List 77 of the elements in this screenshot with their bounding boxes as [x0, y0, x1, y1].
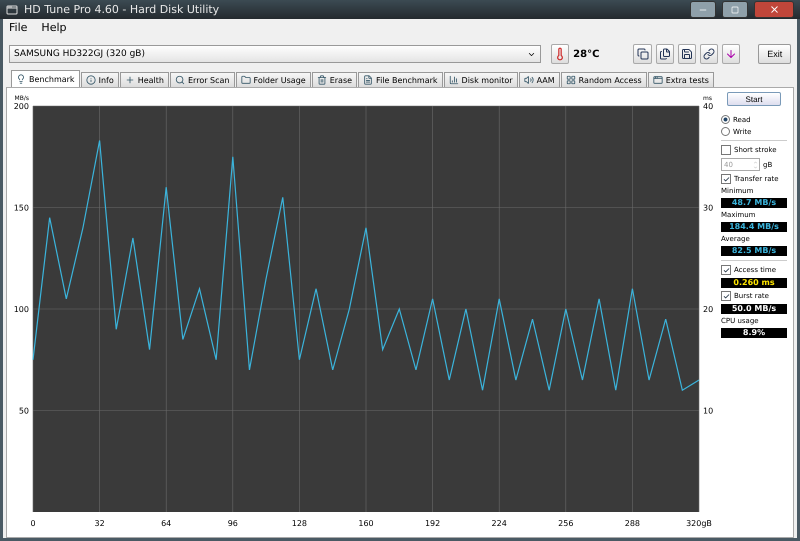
arrow-down-icon	[725, 48, 738, 60]
tab[interactable]: Extra tests	[648, 72, 714, 87]
copy-icon	[636, 48, 649, 60]
link-icon	[703, 48, 716, 60]
plus-icon	[124, 75, 135, 85]
checkbox[interactable]	[721, 291, 731, 301]
app-icon	[6, 4, 18, 16]
tab[interactable]: Disk monitor	[444, 72, 518, 87]
menu-item[interactable]: File	[9, 21, 28, 36]
axis-label: 256	[558, 519, 574, 528]
axis-label: 160	[358, 519, 374, 528]
save-button[interactable]	[678, 44, 696, 64]
maximize-button[interactable]	[722, 1, 748, 18]
tab[interactable]: File Benchmark	[358, 72, 443, 87]
close-icon	[768, 4, 780, 15]
axis-label: 320gB	[686, 519, 712, 528]
stat-value: 50.0 MB/s	[721, 304, 787, 314]
axis-label: 64	[161, 519, 172, 528]
axis-label: 50	[18, 406, 29, 416]
axis-label: 20	[703, 305, 714, 314]
tab[interactable]: Info	[80, 72, 119, 87]
temperature-reading: 28°C	[573, 48, 600, 60]
checkbox[interactable]	[721, 145, 731, 155]
checkbox[interactable]	[721, 265, 731, 275]
folder-icon	[240, 75, 250, 85]
menu-item[interactable]: Help	[41, 21, 66, 36]
stat-value: 48.7 MB/s	[721, 198, 787, 208]
axis-label: 0	[30, 519, 36, 528]
thermometer-button[interactable]	[550, 44, 570, 64]
speaker-icon	[524, 75, 534, 85]
checkbox[interactable]	[721, 174, 731, 184]
axis-label: 224	[492, 519, 507, 528]
minimize-button[interactable]	[690, 1, 716, 18]
axis-label: 96	[228, 519, 238, 528]
arrow-down-button[interactable]	[722, 44, 740, 64]
axis-label: 40	[703, 102, 714, 111]
axis-label: 32	[94, 519, 105, 528]
trash-icon	[316, 75, 327, 85]
axis-label: 128	[292, 519, 308, 528]
window-icon	[652, 75, 663, 85]
axis-label: 30	[703, 204, 714, 212]
maximize-icon	[731, 6, 739, 14]
tab[interactable]: Health	[120, 72, 169, 87]
axis-label: 288	[624, 519, 640, 528]
tab[interactable]: Error Scan	[170, 72, 234, 87]
close-button[interactable]	[754, 1, 794, 18]
axis-label: 10	[703, 406, 714, 416]
stat-value: 8.9%	[721, 328, 787, 338]
grid-icon	[566, 75, 576, 85]
tab[interactable]: AAM	[518, 72, 560, 87]
stat-value: 0.260 ms	[721, 278, 787, 288]
bulb-icon	[16, 74, 26, 84]
link-button[interactable]	[700, 44, 718, 64]
window-title: HD Tune Pro 4.60 - Hard Disk Utility	[24, 3, 220, 16]
stat-value: 82.5 MB/s	[721, 246, 787, 256]
copy-button[interactable]	[633, 44, 652, 64]
save-icon	[680, 48, 693, 60]
start-button[interactable]: Start	[727, 92, 781, 106]
axis-label: 200	[14, 102, 29, 111]
tab[interactable]: Benchmark	[11, 70, 80, 87]
document-icon	[363, 75, 374, 85]
files-button[interactable]	[656, 44, 674, 64]
tab[interactable]: Folder Usage	[236, 72, 311, 87]
axis-label: 150	[14, 204, 29, 212]
info-icon	[86, 75, 96, 85]
radio-button[interactable]	[721, 127, 730, 136]
radio-button[interactable]	[721, 115, 730, 124]
axis-label: 192	[424, 519, 440, 528]
files-icon	[658, 48, 671, 60]
exit-button[interactable]: Exit	[758, 44, 792, 64]
stat-value: 184.4 MB/s	[721, 222, 787, 232]
search-icon	[175, 75, 185, 85]
bar-chart-icon	[448, 75, 459, 85]
drive-dropdown[interactable]: SAMSUNG HD322GJ (320 gB)	[9, 45, 541, 63]
tab[interactable]: Erase	[312, 72, 358, 87]
axis-label: 100	[14, 305, 29, 314]
tab[interactable]: Random Access	[560, 72, 647, 87]
